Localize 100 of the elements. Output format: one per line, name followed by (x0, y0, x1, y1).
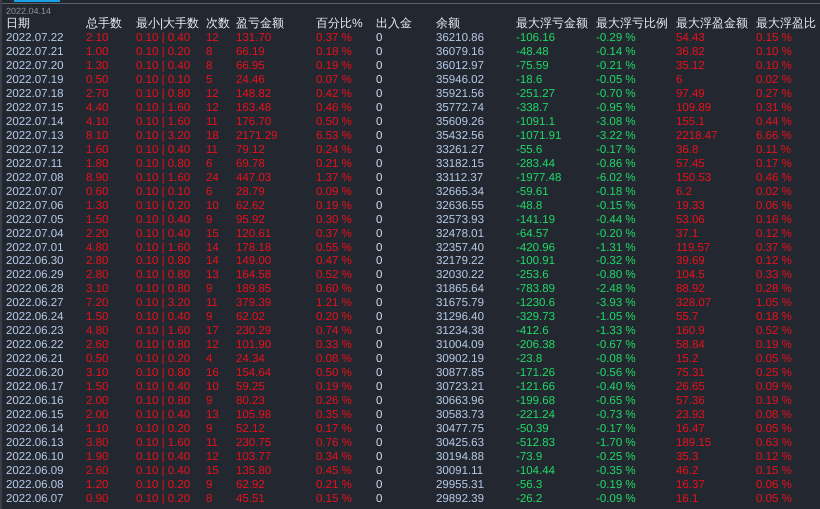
table-cell-text: 3.10 (86, 366, 110, 380)
table-cell-text: 0.12 % (756, 450, 793, 464)
table-cell-text: -221.24 (516, 408, 556, 422)
table-cell-text: 1.80 (86, 156, 110, 171)
table-cell-text: 0.10 | 0.20 (136, 44, 192, 59)
column-header[interactable]: 余额 (436, 16, 516, 32)
table-cell-text: -1977.48 (516, 170, 562, 185)
table-cell-text: 0.50 (86, 352, 110, 366)
table-cell-text: 2022.06.20 (6, 366, 65, 380)
table-cell-text: -18.6 (516, 72, 544, 87)
table-cell-text: 28.79 (236, 184, 266, 199)
table-cell-text: 0 (376, 394, 384, 408)
table-cell-text: 0.08 % (756, 408, 793, 422)
table-cell-text: 0.42 % (316, 86, 353, 101)
table-cell-text: 75.31 (676, 366, 706, 380)
table-cell-text: 0.50 % (316, 366, 353, 380)
table-cell-text: 2022.07.12 (6, 142, 65, 157)
table-cell-text: 6 (206, 184, 214, 199)
table-cell-text: 0.33 % (316, 338, 353, 352)
table-cell-text: 12 (206, 86, 220, 101)
table-cell-text: 2.60 (86, 464, 110, 478)
table-cell-text: 0 (376, 212, 384, 227)
table-cell-text: 0.10 | 0.40 (136, 30, 192, 45)
table-cell-text: 150.53 (676, 170, 712, 185)
table-cell-text: 9 (206, 282, 214, 296)
table-cell-text: -1071.91 (516, 128, 562, 143)
table-cell-text: 6.66 % (756, 128, 793, 143)
column-header[interactable]: 最大浮亏比例 (596, 16, 676, 32)
table-cell-text: 0.10 | 0.80 (136, 156, 192, 171)
table-cell-text: 0 (376, 254, 384, 268)
column-header[interactable]: 出入金 (376, 16, 436, 32)
table-cell-text: 0 (376, 156, 384, 171)
table-cell-text: 0.50 (86, 72, 110, 87)
table-cell-text: -0.09 % (596, 492, 637, 506)
table-cell-text: 4.40 (86, 100, 110, 115)
table-cell-text: 0.10 | 0.20 (136, 478, 192, 492)
table-cell-text: -3.22 % (596, 128, 637, 143)
table-cell-text: 2.00 (86, 394, 110, 408)
table-cell-text: 1.30 (86, 58, 110, 73)
table-cell-text: 1.60 (86, 142, 110, 157)
table-cell-text: 189.15 (676, 436, 712, 450)
table-cell-text: 0 (376, 184, 384, 199)
table-cell-text: 30902.19 (436, 352, 485, 366)
table-cell-text: 2.20 (86, 226, 110, 240)
table-cell-text: 0.37 % (316, 30, 353, 45)
table-cell-text: 2.80 (86, 268, 110, 282)
table-cell-text: 36210.86 (436, 30, 485, 45)
table-cell-text: 33182.15 (436, 156, 485, 171)
table-cell-text: 9 (206, 422, 214, 436)
table-cell-text: 32478.01 (436, 226, 485, 240)
table-cell-text: 29955.31 (436, 478, 485, 492)
table-cell-text: 0.19 % (316, 198, 353, 213)
column-header[interactable]: 最小|大手数 (136, 16, 206, 32)
table-cell-text: 32636.55 (436, 198, 485, 213)
table-cell-text: -0.21 % (596, 58, 637, 73)
table-cell-text: 0.46 % (316, 100, 353, 115)
table-cell-text: 0.10 | 0.40 (136, 450, 192, 464)
table-cell-text: -0.18 % (596, 184, 637, 199)
table-cell-text: 6 (676, 72, 684, 87)
table-cell-text: 0 (376, 380, 384, 394)
table-cell-text: 59.25 (236, 380, 266, 394)
table-cell-text: 13 (206, 408, 220, 422)
table-cell-text: 1.30 (86, 198, 110, 213)
table-cell-text: 35.12 (676, 58, 706, 73)
column-header[interactable]: 最大浮盈比 (756, 16, 818, 32)
table-cell-text: 0.21 % (316, 156, 353, 171)
table-cell-text: -0.67 % (596, 338, 637, 352)
table-cell-text: 0.90 (86, 492, 110, 506)
table-cell-text: 6.53 % (316, 128, 353, 143)
table-cell-text: 35.3 (676, 450, 700, 464)
table-cell-text: 1.50 (86, 310, 110, 324)
column-header[interactable]: 总手数 (86, 16, 136, 32)
column-header[interactable]: 最大浮亏金额 (516, 16, 596, 32)
table-cell-text: 12 (206, 30, 220, 45)
table-cell-text: 0.37 % (316, 226, 353, 240)
column-header[interactable]: 次数 (206, 16, 236, 32)
table-cell-text: 24.34 (236, 352, 266, 366)
table-cell-text: 95.92 (236, 212, 266, 227)
table-cell-text: 0.52 % (756, 324, 793, 338)
table-cell-text: 0 (376, 338, 384, 352)
table-cell-text: 0.09 % (756, 380, 793, 394)
table-cell-text: 62.92 (236, 478, 266, 492)
column-header[interactable]: 盈亏金额 (236, 16, 316, 32)
table-cell-text: 2022.06.24 (6, 310, 65, 324)
column-header[interactable]: 百分比% (316, 16, 376, 32)
table-cell-text: 45.51 (236, 492, 266, 506)
table-cell-text: 0.06 % (756, 478, 793, 492)
table-cell-text: 2.70 (86, 86, 110, 101)
column-header[interactable]: 最大浮盈金额 (676, 16, 756, 32)
table-cell-text: 2.00 (86, 408, 110, 422)
table-cell-text: 2022.07.14 (6, 114, 65, 129)
table-cell-text: -1.33 % (596, 324, 637, 338)
table-cell-text: 2022.06.21 (6, 352, 65, 366)
table-cell-text: 0 (376, 72, 384, 87)
table-cell-text: -0.25 % (596, 450, 637, 464)
report-date: 2022.04.14 (6, 6, 52, 16)
table-cell-text: 0.30 % (316, 212, 353, 227)
column-header[interactable]: 日期 (6, 16, 86, 32)
table-cell-text: 0.09 % (316, 184, 353, 199)
table-cell-text: 2022.07.21 (6, 44, 65, 59)
